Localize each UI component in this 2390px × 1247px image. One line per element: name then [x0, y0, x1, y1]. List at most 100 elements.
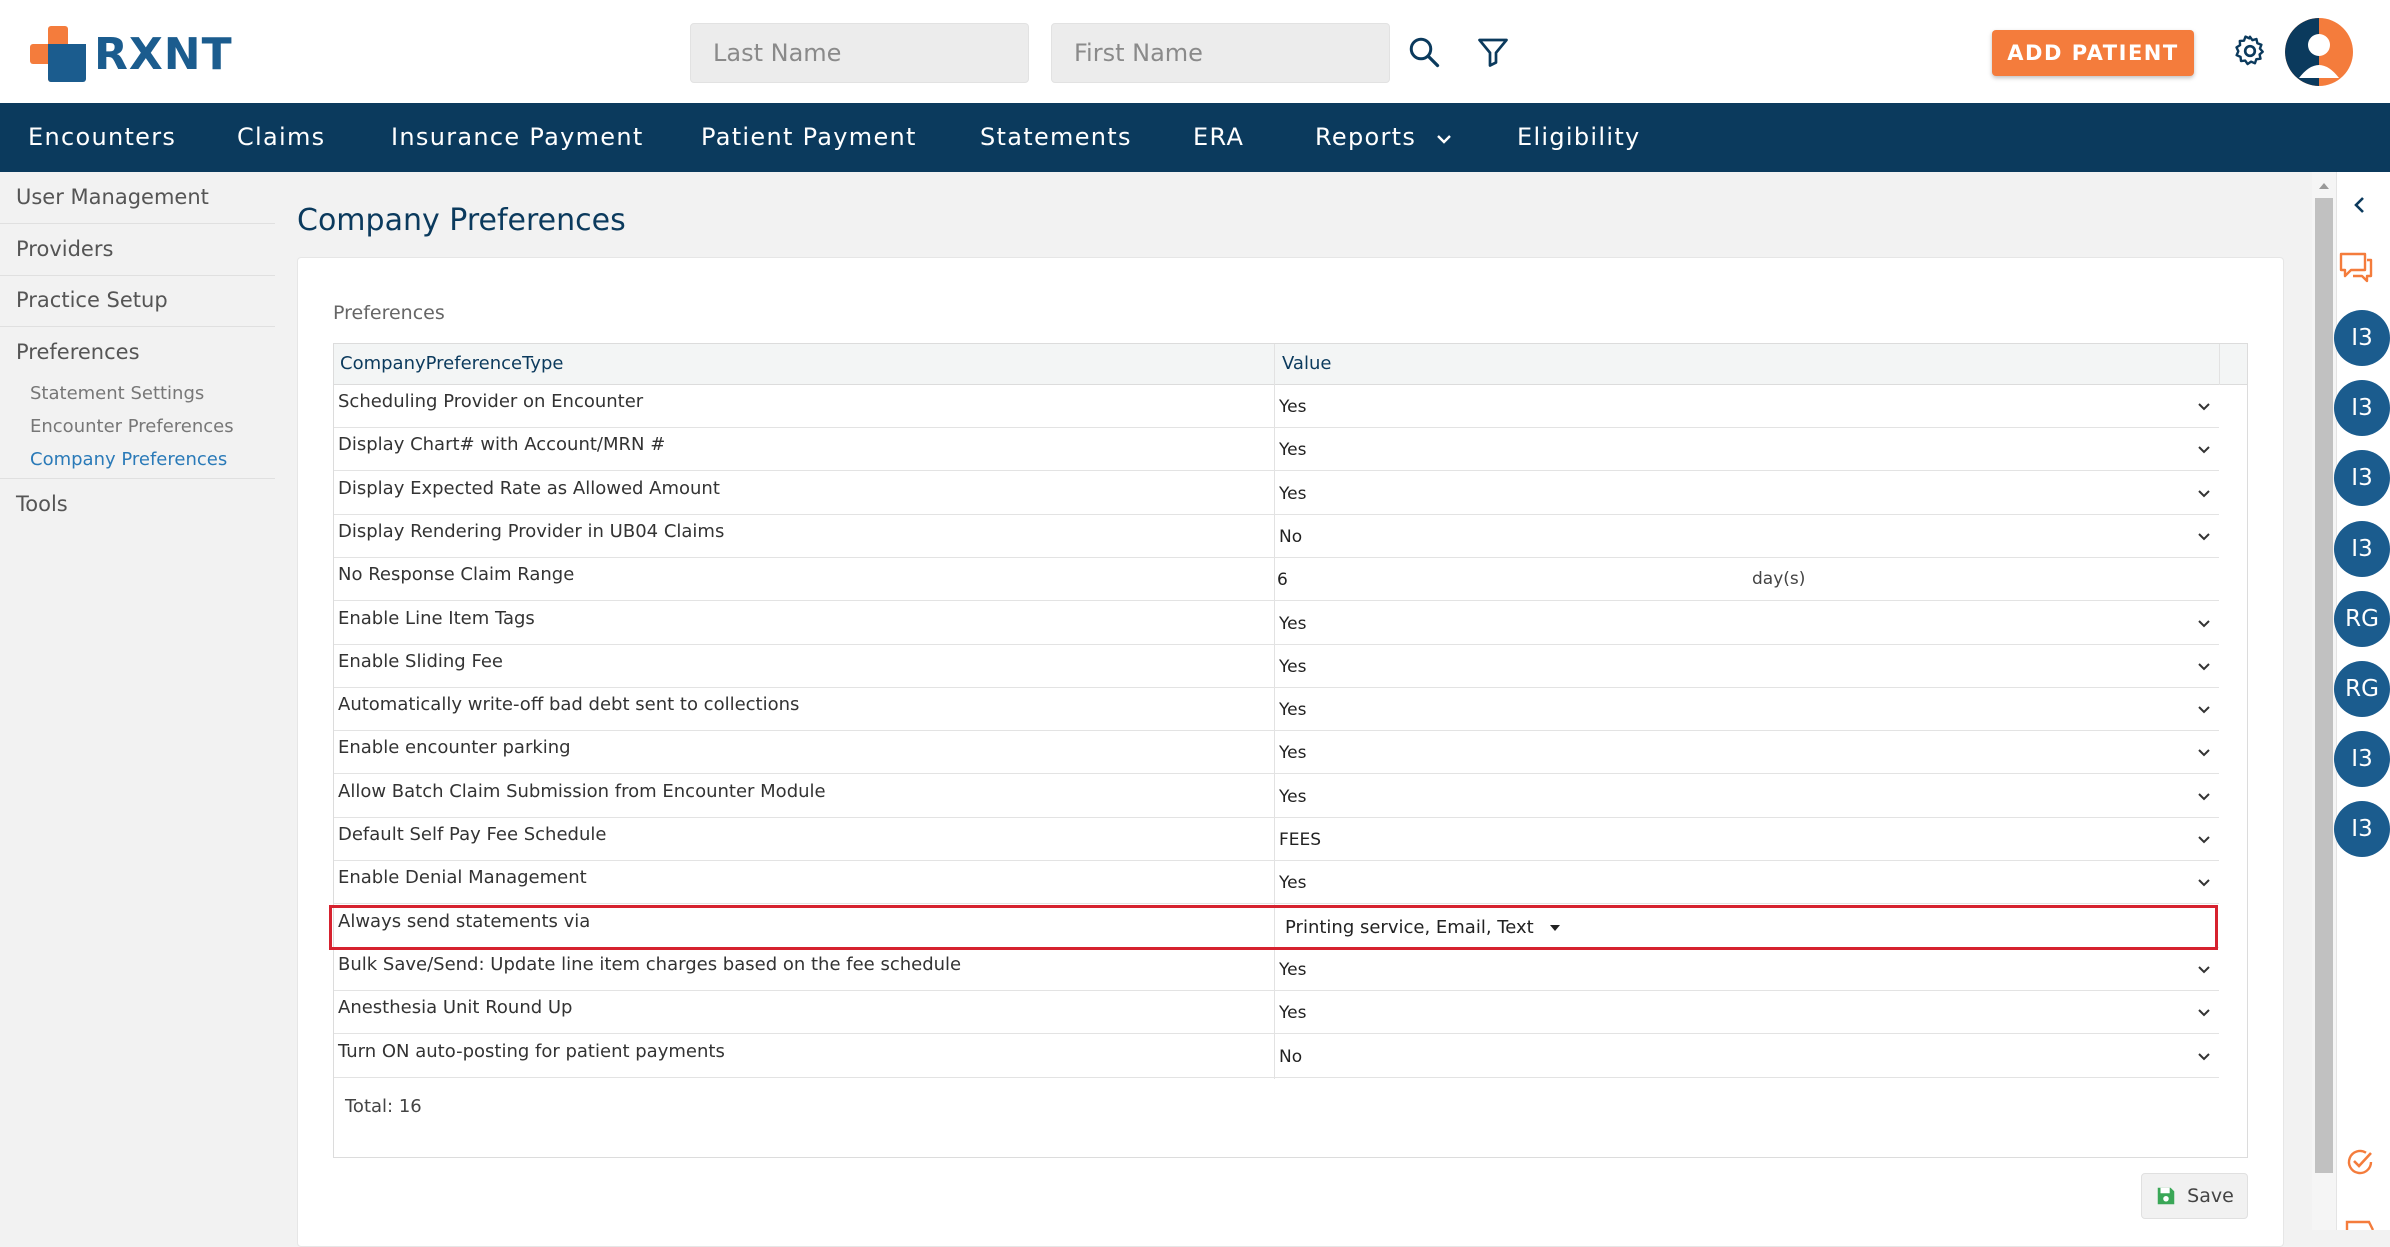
preference-value-select[interactable]: Yes — [1279, 657, 1306, 677]
last-name-input[interactable] — [690, 23, 1029, 83]
save-disk-icon — [2157, 1187, 2175, 1205]
nav-reports-label: Reports — [1315, 123, 1417, 151]
preference-value-select[interactable]: Yes — [1279, 397, 1306, 417]
chevron-down-icon[interactable] — [2196, 962, 2212, 978]
preference-value-select[interactable]: FEES — [1279, 830, 1321, 850]
table-row: Automatically write-off bad debt sent to… — [334, 688, 2219, 732]
chevron-down-icon[interactable] — [2196, 529, 2212, 545]
nav-reports[interactable]: Reports — [1315, 123, 1453, 151]
preference-value-select[interactable]: No — [1279, 1047, 1302, 1067]
preference-value-select[interactable]: No — [1279, 527, 1302, 547]
sidebar-item-providers[interactable]: Providers — [16, 237, 113, 261]
column-divider — [2219, 344, 2220, 385]
scrollbar-thumb[interactable] — [2315, 198, 2333, 1173]
nav-era[interactable]: ERA — [1193, 123, 1244, 151]
preference-value-input[interactable]: 6 — [1277, 570, 1288, 590]
search-icon[interactable] — [1406, 34, 1442, 70]
panel-bottom-icon[interactable] — [2345, 1218, 2375, 1230]
preference-value-select[interactable]: Yes — [1279, 484, 1306, 504]
user-badge[interactable]: I3 — [2334, 310, 2390, 366]
preference-value-unit: day(s) — [1752, 569, 1806, 590]
preference-type: Automatically write-off bad debt sent to… — [338, 694, 800, 716]
preference-type: Enable Sliding Fee — [338, 650, 503, 672]
chevron-down-icon[interactable] — [2196, 399, 2212, 415]
user-badge[interactable]: I3 — [2334, 380, 2390, 437]
sidebar-item-practice-setup[interactable]: Practice Setup — [16, 288, 168, 312]
table-row: Anesthesia Unit Round Up Yes — [334, 991, 2219, 1035]
chevron-left-icon[interactable] — [2350, 194, 2370, 216]
total-count: Total: 16 — [345, 1096, 422, 1117]
sidebar-item-user-management[interactable]: User Management — [16, 185, 209, 209]
preference-type: Display Chart# with Account/MRN # — [338, 434, 666, 456]
sidebar-item-tools[interactable]: Tools — [16, 492, 68, 516]
nav-eligibility[interactable]: Eligibility — [1517, 123, 1641, 151]
nav-insurance-payment[interactable]: Insurance Payment — [391, 123, 644, 151]
logo-cross-icon — [30, 26, 86, 82]
chevron-down-icon[interactable] — [2196, 659, 2212, 675]
save-button-label: Save — [2187, 1185, 2234, 1207]
table-row: Enable Denial Management Yes — [334, 861, 2219, 905]
preference-type: Allow Batch Claim Submission from Encoun… — [338, 780, 826, 802]
chevron-down-icon[interactable] — [2196, 442, 2212, 458]
chevron-down-icon[interactable] — [2196, 616, 2212, 632]
check-circle-icon[interactable] — [2343, 1145, 2377, 1179]
preference-value-select[interactable]: Yes — [1279, 960, 1306, 980]
add-patient-button[interactable]: ADD PATIENT — [1992, 30, 2194, 76]
preference-type: Enable Denial Management — [338, 867, 587, 889]
sidebar-subitem-encounter-preferences[interactable]: Encounter Preferences — [30, 416, 234, 437]
preference-value-select[interactable]: Yes — [1279, 700, 1306, 720]
user-badge[interactable]: RG — [2334, 661, 2390, 717]
chevron-down-icon[interactable] — [2196, 1049, 2212, 1065]
multiselect-value: Printing service, Email, Text — [1285, 916, 1534, 938]
chevron-down-icon[interactable] — [2196, 745, 2212, 761]
user-badge[interactable]: I3 — [2334, 450, 2390, 507]
user-avatar[interactable] — [2285, 18, 2353, 86]
user-badge[interactable]: I3 — [2334, 801, 2390, 858]
save-button[interactable]: Save — [2141, 1173, 2248, 1219]
first-name-input[interactable] — [1051, 23, 1390, 83]
nav-claims[interactable]: Claims — [237, 123, 325, 151]
table-header: CompanyPreferenceType Value — [334, 344, 2247, 385]
table-row: Turn ON auto-posting for patient payment… — [334, 1035, 2219, 1078]
table-row: Bulk Save/Send: Update line item charges… — [334, 948, 2219, 991]
preference-type: Scheduling Provider on Encounter — [338, 391, 644, 412]
chevron-down-icon[interactable] — [2196, 789, 2212, 805]
preference-type: Display Rendering Provider in UB04 Claim… — [338, 520, 725, 542]
table-row: Scheduling Provider on Encounter Yes — [334, 385, 2219, 428]
nav-patient-payment[interactable]: Patient Payment — [701, 123, 917, 151]
preference-value-select[interactable]: Yes — [1279, 743, 1306, 763]
sidebar-subitem-company-preferences[interactable]: Company Preferences — [30, 449, 227, 470]
nav-statements[interactable]: Statements — [980, 123, 1132, 151]
user-badge[interactable]: I3 — [2334, 520, 2390, 577]
chevron-down-icon[interactable] — [2196, 1005, 2212, 1021]
preference-type: Enable Line Item Tags — [338, 607, 535, 629]
nav-encounters[interactable]: Encounters — [28, 123, 176, 151]
rxnt-logo[interactable]: RXNT — [30, 26, 233, 82]
sidebar-item-preferences[interactable]: Preferences — [16, 340, 140, 364]
preference-multiselect[interactable]: Printing service, Email, Text — [1285, 917, 1562, 938]
caret-down-icon — [1549, 924, 1560, 931]
sidebar-subitem-statement-settings[interactable]: Statement Settings — [30, 383, 204, 404]
preference-value-select[interactable]: Yes — [1279, 440, 1306, 460]
preference-value-select[interactable]: Yes — [1279, 873, 1306, 893]
chat-icon[interactable] — [2337, 250, 2375, 286]
chevron-down-icon[interactable] — [2196, 875, 2212, 891]
user-badge[interactable]: RG — [2334, 590, 2390, 647]
table-row: Enable Line Item Tags Yes — [334, 602, 2219, 645]
preference-value-select[interactable]: Yes — [1279, 1003, 1306, 1023]
scroll-up-arrow-icon[interactable] — [2316, 180, 2332, 192]
column-header-type[interactable]: CompanyPreferenceType — [340, 353, 563, 374]
preference-value-select[interactable]: Yes — [1279, 614, 1306, 634]
table-row: Allow Batch Claim Submission from Encoun… — [334, 775, 2219, 818]
filter-icon[interactable] — [1475, 34, 1511, 70]
chevron-down-icon[interactable] — [2196, 486, 2212, 502]
preference-type: Always send statements via — [338, 910, 591, 932]
table-row: No Response Claim Range 6 day(s) — [334, 558, 2219, 602]
chevron-down-icon[interactable] — [2196, 832, 2212, 848]
chevron-down-icon[interactable] — [2196, 702, 2212, 718]
preference-value-select[interactable]: Yes — [1279, 787, 1306, 807]
gear-icon[interactable] — [2232, 33, 2268, 69]
user-badge[interactable]: I3 — [2334, 731, 2390, 788]
table-row: Enable Sliding Fee Yes — [334, 645, 2219, 688]
column-header-value[interactable]: Value — [1282, 353, 1331, 374]
